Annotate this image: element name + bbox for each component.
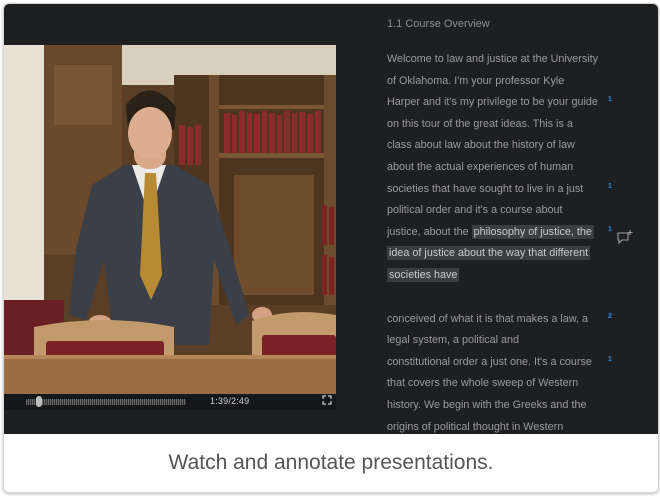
transcript-line[interactable]: about the actual experiences of human (387, 157, 657, 179)
transcript-line[interactable]: origins of political thought in Western (387, 417, 657, 435)
transcript-line[interactable]: that covers the whole sweep of Western (387, 373, 657, 395)
transcript-line[interactable]: Harper and it's my privilege to be your … (387, 92, 657, 114)
transcript-line[interactable]: idea of justice about the way that diffe… (387, 243, 657, 265)
highlighted-text[interactable]: philosophy of justice, the (471, 224, 594, 239)
caption-bar: Watch and annotate presentations. (4, 434, 658, 492)
comment-count-badge[interactable]: 1 (608, 89, 612, 111)
time-display: 1:39/2:49 (210, 396, 250, 406)
video-player[interactable]: 1:39/2:49 (4, 45, 336, 410)
fullscreen-icon[interactable] (322, 395, 332, 409)
transcript-line[interactable]: class about law about the history of law (387, 135, 657, 157)
transcript-line[interactable]: conceived of what it is that makes a law… (387, 309, 657, 331)
transcript-line[interactable]: Welcome to law and justice at the Univer… (387, 49, 657, 71)
transcript-line[interactable]: societies that have sought to live in a … (387, 179, 657, 201)
player-area: 1:39/2:49 1.1 Course Overview Welcome to… (4, 4, 658, 434)
progress-handle[interactable] (35, 396, 42, 407)
progress-bar[interactable] (26, 399, 186, 405)
comment-count-badge[interactable]: 1 (608, 176, 612, 198)
comment-count-badge[interactable]: 2 (608, 306, 612, 328)
add-note-icon[interactable] (617, 230, 633, 245)
transcript-line[interactable]: societies have (387, 265, 657, 287)
transcript-paragraph-1: Welcome to law and justice at the Univer… (387, 49, 657, 287)
highlighted-text[interactable]: idea of justice about the way that diffe… (387, 246, 591, 261)
transcript-line[interactable]: history. We begin with the Greeks and th… (387, 395, 657, 417)
transcript-line[interactable]: constitutional order a just one. It's a … (387, 352, 657, 374)
caption-text: Watch and annotate presentations. (168, 451, 494, 474)
video-controls: 1:39/2:49 (4, 394, 336, 410)
transcript-line[interactable]: political order and it's a course about (387, 200, 657, 222)
transcript-line[interactable]: on this tour of the great ideas. This is… (387, 114, 657, 136)
transcript-line[interactable]: legal system, a political and (387, 330, 657, 352)
highlighted-text[interactable]: societies have (387, 267, 460, 282)
screenshot-frame: 1:39/2:49 1.1 Course Overview Welcome to… (3, 3, 659, 493)
transcript-panel: 1.1 Course Overview Welcome to law and j… (387, 18, 657, 434)
transcript-paragraph-2: conceived of what it is that makes a law… (387, 309, 657, 434)
comment-count-badge[interactable]: 1 (608, 349, 612, 371)
video-frame (4, 45, 336, 394)
section-title: 1.1 Course Overview (387, 18, 490, 30)
comment-count-badge[interactable]: 1 (608, 219, 612, 241)
transcript-line[interactable]: of Oklahoma. I'm your professor Kyle (387, 71, 657, 93)
